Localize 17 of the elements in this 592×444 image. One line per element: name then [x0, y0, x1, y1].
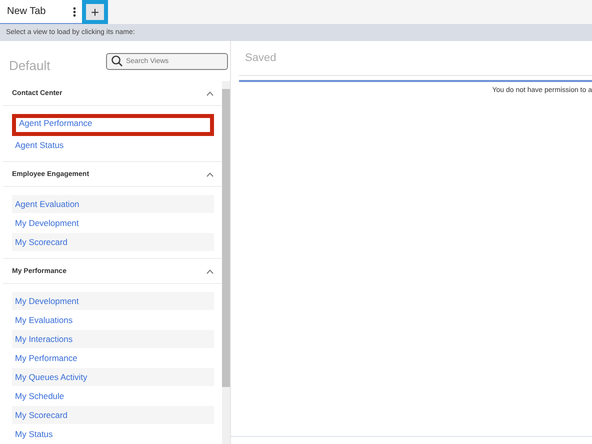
panel-title: Saved	[239, 41, 592, 76]
more-options-icon[interactable]	[73, 6, 76, 16]
view-link[interactable]: My Queues Activity	[12, 368, 214, 387]
search-icon	[111, 55, 123, 67]
panel-title: Default	[9, 58, 50, 72]
view-link[interactable]: Agent Performance	[12, 114, 214, 136]
view-link[interactable]: My Interactions	[12, 330, 214, 349]
scrollbar[interactable]	[222, 81, 230, 444]
view-link[interactable]: Agent Evaluation	[12, 195, 214, 214]
view-link[interactable]: Agent Status	[12, 136, 214, 155]
view-link[interactable]: My Scorecard	[12, 233, 214, 252]
tab-label: New Tab	[7, 6, 46, 17]
view-link[interactable]: My Development	[12, 292, 214, 311]
tab[interactable]: New Tab	[0, 0, 82, 24]
view-link[interactable]: My Scorecard	[12, 406, 214, 425]
add-tab-button[interactable]: +	[82, 0, 108, 24]
view-link[interactable]: My Status	[12, 425, 214, 444]
